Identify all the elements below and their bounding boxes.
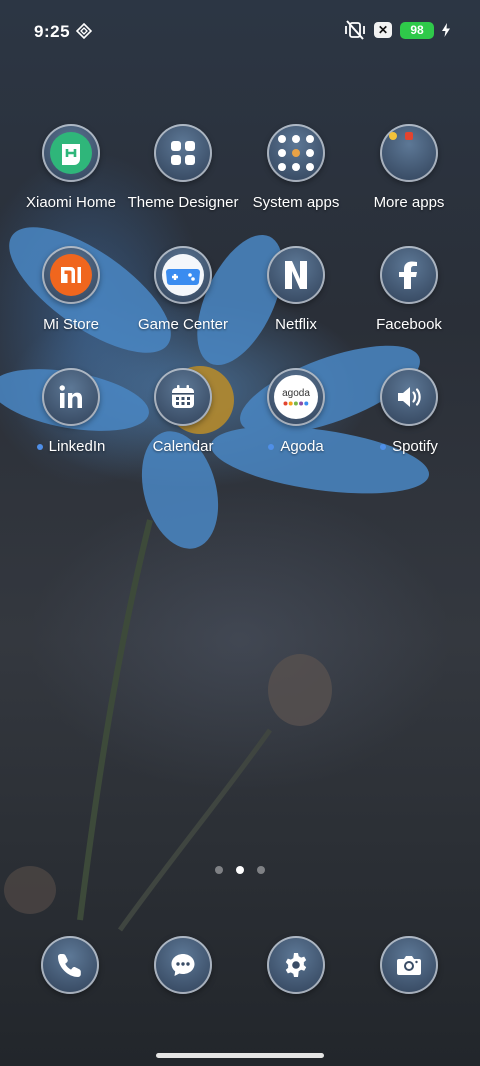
status-time: 9:25 xyxy=(34,22,71,41)
agoda-logo-text: agoda xyxy=(282,387,310,399)
app-netflix[interactable]: Netflix xyxy=(241,246,351,334)
page-dot-active[interactable] xyxy=(236,866,244,874)
settings-icon xyxy=(285,953,307,977)
app-agoda[interactable]: agoda Agoda xyxy=(241,368,351,456)
netflix-icon xyxy=(267,246,325,304)
app-label: Netflix xyxy=(275,316,317,333)
facebook-icon xyxy=(380,246,438,304)
camera-icon xyxy=(397,956,421,975)
app-label: More apps xyxy=(373,194,445,211)
notification-dot xyxy=(268,444,275,450)
app-mi-store[interactable]: Mi Store xyxy=(16,246,126,334)
charging-icon xyxy=(442,23,450,37)
mi-store-icon xyxy=(42,246,100,304)
agoda-icon: agoda xyxy=(267,368,325,426)
app-linkedin[interactable]: LinkedIn xyxy=(16,368,126,456)
no-sim-icon: ✕ xyxy=(374,22,392,38)
app-game-center[interactable]: Game Center xyxy=(128,246,238,334)
phone-icon xyxy=(58,954,81,977)
notification-dot xyxy=(36,444,43,450)
app-label: Theme Designer xyxy=(127,194,239,211)
app-calendar[interactable]: Calendar xyxy=(128,368,238,456)
dock-phone[interactable] xyxy=(41,936,99,994)
agoda-dots-icon xyxy=(283,401,309,405)
app-label: Agoda xyxy=(241,438,351,456)
notification-dot xyxy=(380,444,387,450)
page-dot[interactable] xyxy=(257,866,265,874)
messages-icon xyxy=(171,954,195,976)
app-label: System apps xyxy=(252,194,340,211)
spotify-icon xyxy=(380,368,438,426)
calendar-icon xyxy=(154,368,212,426)
folder-more-apps[interactable]: More apps xyxy=(354,124,464,212)
app-label: Calendar xyxy=(152,438,214,455)
system-apps-folder-icon xyxy=(267,124,325,182)
location-diamond-icon xyxy=(76,23,92,39)
theme-designer-icon xyxy=(154,124,212,182)
page-indicator xyxy=(0,866,480,874)
status-bar: 9:25 ✕ 98 xyxy=(0,0,480,62)
dock-messages[interactable] xyxy=(154,936,212,994)
app-label: Xiaomi Home xyxy=(25,194,117,211)
app-label: Mi Store xyxy=(43,316,99,333)
game-center-icon xyxy=(154,246,212,304)
gesture-navigation-bar[interactable] xyxy=(156,1053,324,1058)
app-label: Facebook xyxy=(376,316,442,333)
app-facebook[interactable]: Facebook xyxy=(354,246,464,334)
battery-level: 98 xyxy=(400,21,434,39)
app-xiaomi-home[interactable]: Xiaomi Home xyxy=(16,124,126,212)
linkedin-icon xyxy=(42,368,100,426)
app-label: LinkedIn xyxy=(16,438,126,456)
vibrate-mute-icon xyxy=(345,20,365,40)
folder-system-apps[interactable]: System apps xyxy=(241,124,351,212)
page-dot[interactable] xyxy=(215,866,223,874)
app-label: Game Center xyxy=(137,316,229,333)
dock-camera[interactable] xyxy=(380,936,438,994)
app-label: Spotify xyxy=(354,438,464,456)
app-theme-designer[interactable]: Theme Designer xyxy=(128,124,238,212)
xiaomi-home-icon xyxy=(42,124,100,182)
dock-settings[interactable] xyxy=(267,936,325,994)
app-spotify[interactable]: Spotify xyxy=(354,368,464,456)
more-apps-folder-icon xyxy=(380,124,438,182)
